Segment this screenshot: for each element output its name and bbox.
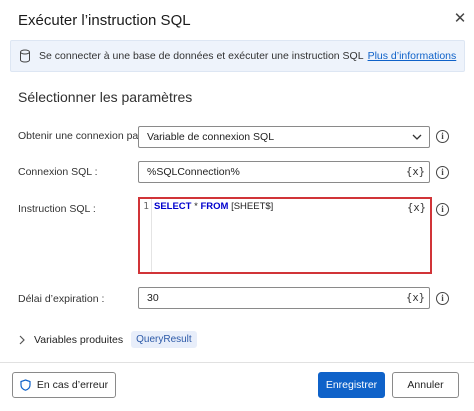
- dialog: Exécuter l’instruction SQL ✕ Se connecte…: [0, 0, 474, 411]
- sql-keyword-from: FROM: [200, 201, 229, 212]
- banner-text: Se connecter à une base de données et ex…: [39, 50, 364, 62]
- timeout-label: Délai d’expiration :: [18, 293, 105, 305]
- sql-statement-variable-button[interactable]: {x}: [407, 202, 426, 214]
- sql-connection-field[interactable]: %SQLConnection% {x}: [138, 161, 430, 183]
- sql-connection-value: %SQLConnection%: [147, 166, 240, 178]
- more-info-link[interactable]: Plus d’informations: [368, 50, 457, 62]
- timeout-field[interactable]: 30 {x}: [138, 287, 430, 309]
- database-icon: [20, 49, 30, 63]
- connection-mode-info-icon[interactable]: i: [436, 130, 449, 143]
- info-banner: Se connecter à une base de données et ex…: [10, 40, 465, 72]
- sql-statement-editor[interactable]: 1 SELECT * FROM [SHEET$] {x}: [138, 197, 432, 274]
- shield-icon: [20, 379, 31, 391]
- close-button[interactable]: ✕: [451, 10, 469, 28]
- sql-table: [SHEET$]: [228, 201, 274, 212]
- chevron-right-icon: [19, 335, 25, 344]
- on-error-button[interactable]: En cas d’erreur: [12, 372, 116, 398]
- chevron-down-icon: [412, 134, 422, 140]
- sql-keyword-select: SELECT: [154, 201, 192, 212]
- produced-variables-label: Variables produites: [34, 333, 124, 346]
- line-number: 1: [140, 199, 152, 272]
- save-button[interactable]: Enregistrer: [318, 372, 385, 398]
- timeout-variable-button[interactable]: {x}: [406, 288, 425, 308]
- sql-statement-label: Instruction SQL :: [18, 203, 96, 215]
- sql-statement-info-icon[interactable]: i: [436, 203, 449, 216]
- on-error-label: En cas d’erreur: [36, 379, 109, 391]
- connection-mode-select[interactable]: Variable de connexion SQL: [138, 126, 430, 148]
- timeout-info-icon[interactable]: i: [436, 292, 449, 305]
- produced-variables[interactable]: Variables produites QueryResult: [18, 331, 197, 348]
- section-title: Sélectionner les paramètres: [18, 89, 193, 105]
- sql-connection-variable-button[interactable]: {x}: [406, 162, 425, 182]
- footer: En cas d’erreur Enregistrer Annuler: [0, 362, 474, 411]
- sql-connection-info-icon[interactable]: i: [436, 166, 449, 179]
- connection-mode-label: Obtenir une connexion par :: [18, 130, 148, 142]
- sql-connection-label: Connexion SQL :: [18, 166, 98, 178]
- connection-mode-value: Variable de connexion SQL: [147, 131, 275, 143]
- timeout-value: 30: [147, 292, 159, 304]
- cancel-button[interactable]: Annuler: [392, 372, 459, 398]
- sql-code: SELECT * FROM [SHEET$]: [154, 201, 273, 212]
- query-result-badge[interactable]: QueryResult: [131, 331, 197, 348]
- dialog-title: Exécuter l’instruction SQL: [18, 12, 191, 29]
